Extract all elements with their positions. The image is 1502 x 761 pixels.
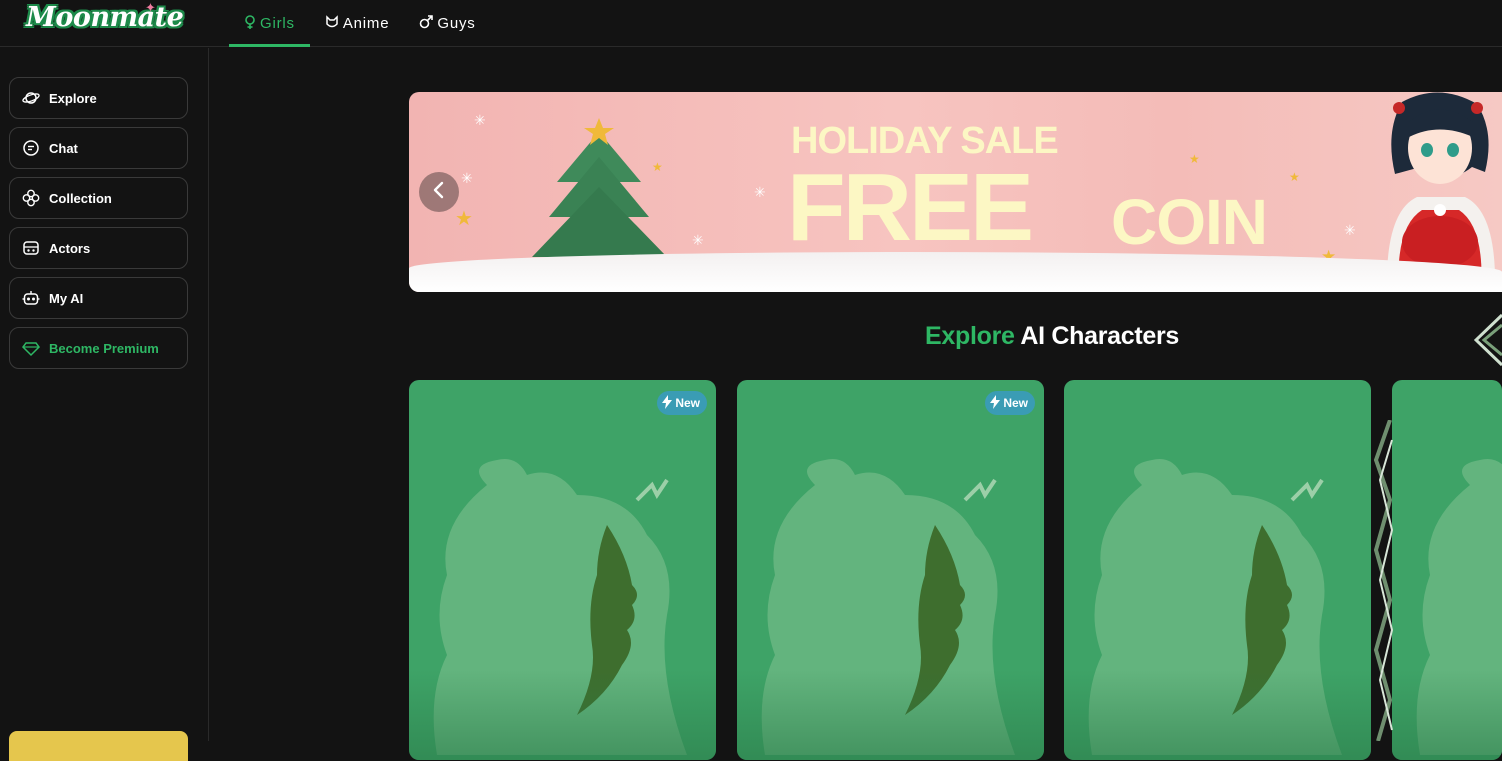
card-shade <box>409 670 716 760</box>
badge-label: New <box>1003 396 1028 410</box>
promo-banner[interactable]: ✳ ✳ ✳ ✳ ✳ ★ ★ ★ ★ ★ HOLIDAY SALE FREE CO… <box>409 92 1502 292</box>
lightning-icon <box>662 394 673 412</box>
chevron-left-icon <box>432 179 446 205</box>
star-icon: ★ <box>1289 170 1300 184</box>
pine-branch-image <box>1474 313 1502 367</box>
character-card[interactable]: New <box>409 380 716 760</box>
character-card[interactable] <box>1064 380 1371 760</box>
sidebar-item-label: Actors <box>49 240 91 256</box>
robot-icon <box>22 289 40 307</box>
tab-girls[interactable]: Girls <box>229 0 310 47</box>
snowflake-icon: ✳ <box>754 184 766 200</box>
character-card[interactable] <box>1392 380 1502 760</box>
tab-guys-label: Guys <box>437 15 476 32</box>
tab-anime[interactable]: Anime <box>310 0 405 47</box>
section-title-rest: AI Characters <box>1014 322 1180 350</box>
planet-icon <box>22 89 40 107</box>
cat-mask-icon <box>325 15 339 32</box>
tab-girls-label: Girls <box>260 15 295 32</box>
pine-garland-image <box>1373 420 1394 741</box>
section-title-accent: Explore <box>925 322 1015 350</box>
category-tabs: Girls Anime Guys <box>229 0 491 47</box>
moonmate-logo[interactable]: Moonmate <box>26 2 184 38</box>
sidebar-item-label: Become Premium <box>49 340 159 356</box>
badge-label: New <box>675 396 700 410</box>
section-title: Explore AI Characters <box>925 322 1179 351</box>
sidebar-item-become-premium[interactable]: Become Premium <box>9 327 188 369</box>
snowflake-icon: ✳ <box>474 112 486 128</box>
tab-anime-label: Anime <box>342 15 390 32</box>
chat-bubble-icon <box>22 139 40 157</box>
sidebar-item-label: My AI <box>49 290 84 306</box>
new-badge: New <box>657 391 707 415</box>
banner-prev-button[interactable] <box>419 172 459 212</box>
tab-guys[interactable]: Guys <box>404 0 490 47</box>
snowflake-icon: ✳ <box>692 232 704 248</box>
sidebar-item-label: Explore <box>49 90 97 106</box>
card-shade <box>1392 670 1502 760</box>
top-navigation-bar: Moonmate ✦ Girls Anime Guys <box>0 0 1502 47</box>
star-icon: ★ <box>1189 152 1200 166</box>
character-card[interactable]: New <box>737 380 1044 760</box>
sidebar-item-explore[interactable]: Explore <box>9 77 188 119</box>
upgrade-button[interactable] <box>9 731 188 761</box>
diamond-icon <box>22 339 40 357</box>
actor-icon <box>22 239 40 257</box>
collection-icon <box>22 189 40 207</box>
sidebar-item-label: Chat <box>49 140 78 156</box>
sidebar-item-collection[interactable]: Collection <box>9 177 188 219</box>
sidebar: Explore Chat Collection Actors My AI Bec… <box>0 48 209 761</box>
sidebar-item-my-ai[interactable]: My AI <box>9 277 188 319</box>
star-icon: ★ <box>455 208 473 230</box>
sidebar-item-chat[interactable]: Chat <box>9 127 188 169</box>
lightning-icon <box>990 394 1001 412</box>
sidebar-item-actors[interactable]: Actors <box>9 227 188 269</box>
female-icon <box>244 14 256 33</box>
snowflake-icon: ✳ <box>1344 222 1356 238</box>
sidebar-item-label: Collection <box>49 190 112 206</box>
banner-free-text: FREE <box>787 154 1034 261</box>
snow-ground <box>409 252 1502 292</box>
male-icon <box>419 15 434 32</box>
card-shade <box>737 670 1044 760</box>
banner-coin-text: COIN <box>1111 186 1268 258</box>
snowflake-icon: ✳ <box>461 170 473 186</box>
card-shade <box>1064 670 1371 760</box>
sparkle-icon: ✦ <box>145 0 156 15</box>
new-badge: New <box>985 391 1035 415</box>
